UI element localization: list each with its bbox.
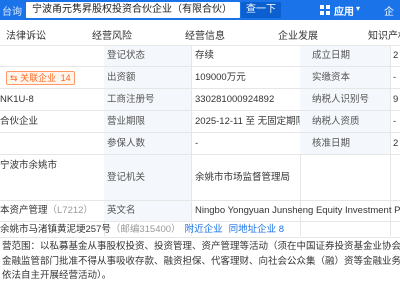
topbar-right-text[interactable]: 企 <box>384 3 394 18</box>
paid-capital-label: 实缴资本 <box>300 67 390 88</box>
insured-label: 参保人数 <box>104 133 191 154</box>
authority-value: 余姚市市场监督管理局 <box>195 171 291 183</box>
related-companies[interactable]: ⇆ 关联企业 14 <box>0 67 104 88</box>
taxid-label: 纳税人识别号 <box>300 89 390 110</box>
table-row: 本资产管理 （L7212） 英文名 Ningbo Yongyuan Junshe… <box>0 201 400 221</box>
apps-menu[interactable]: 应用 <box>334 3 354 18</box>
taxpayer-value: - <box>393 115 397 127</box>
tab-development[interactable]: 企业发展 <box>278 27 318 42</box>
address-row: 余姚市马渚镇黄泥埂257号 （邮编315400） 附近企业 同地址企业 8 <box>0 221 400 238</box>
insured-value: - <box>195 137 199 149</box>
table-row: NK1U-8 工商注册号 330281000924892 纳税人识别号 9 <box>0 89 400 111</box>
business-scope: 营范围：以私募基金从事股权投资、投资管理、资产管理等活动（须在中国证券投资基金业… <box>0 238 400 300</box>
related-company-tag[interactable]: ⇆ 关联企业 14 <box>6 70 75 85</box>
table-row: 参保人数 - 核准日期 2 <box>0 133 400 155</box>
capital-value: 109000万元 <box>195 71 246 83</box>
same-address-link[interactable]: 同地址企业 8 <box>229 224 284 236</box>
tab-risk[interactable]: 经营风险 <box>92 27 132 42</box>
search-button[interactable]: 查一下 <box>241 2 281 18</box>
tab-business[interactable]: 经营信息 <box>185 27 225 42</box>
nearby-companies-link[interactable]: 附近企业 <box>185 224 223 236</box>
search-input[interactable]: 宁波甬元隽昇股权投资合伙企业（有限合伙） <box>26 2 240 18</box>
term-value: 2025-12-11 至 无固定期限 <box>195 115 300 127</box>
reg-no-label: 工商注册号 <box>104 89 191 110</box>
registered-address: 余姚市马渚镇黄泥埂257号 （邮编315400） 附近企业 同地址企业 8 <box>0 223 285 236</box>
section-tabs: 法律诉讼 经营风险 经营信息 企业发展 知识产权 <box>0 20 400 46</box>
top-search-bar: 台询 宁波甬元隽昇股权投资合伙企业（有限合伙） 查一下 应用 ▾ 企 <box>0 0 400 20</box>
taxpayer-label: 纳税人资质 <box>300 111 390 132</box>
table-row: 登记状态 存续 成立日期 2 <box>0 46 400 67</box>
table-row: 合伙企业 营业期限 2025-12-11 至 无固定期限 纳税人资质 - <box>0 111 400 133</box>
table-row: ⇆ 关联企业 14 出资额 109000万元 实缴资本 - <box>0 67 400 89</box>
founded-value: 2 <box>393 50 399 61</box>
grid-icon[interactable] <box>320 5 330 15</box>
business-scope-line: 金融监管部门批准不得从事吸收存款、融资担保、代客理财、向社会公众集（融）资等金融… <box>2 255 400 267</box>
founded-label: 成立日期 <box>300 46 390 66</box>
english-name-value: Ningbo Yongyuan Junsheng Equity Investme… <box>195 205 400 216</box>
capital-label: 出资额 <box>104 67 191 88</box>
tab-legal[interactable]: 法律诉讼 <box>6 27 46 42</box>
tab-ip[interactable]: 知识产权 <box>368 27 400 42</box>
status-label: 登记状态 <box>104 46 191 66</box>
industry: 本资产管理 （L7212） <box>0 205 93 216</box>
business-scope-line: 营范围：以私募基金从事股权投资、投资管理、资产管理等活动（须在中国证券投资基金业… <box>2 241 400 252</box>
taxid-value: 9 <box>393 93 399 105</box>
credit-code-fragment: NK1U-8 <box>0 93 34 105</box>
table-row: 宁波市余姚市 登记机关 余姚市市场监督管理局 <box>0 155 400 201</box>
paid-capital-value: - <box>393 71 397 83</box>
business-scope-line: 依法自主开展经营活动）。 <box>2 270 112 281</box>
english-name-label: 英文名 <box>104 201 191 221</box>
company-type: 合伙企业 <box>0 115 39 127</box>
link-icon: ⇆ <box>10 72 18 83</box>
chevron-down-icon: ▾ <box>356 4 361 13</box>
topbar-left-text: 台询 <box>2 6 22 18</box>
approve-value: 2 <box>393 137 399 149</box>
status-value: 存续 <box>195 50 215 61</box>
approve-label: 核准日期 <box>300 133 390 154</box>
authority-label: 登记机关 <box>104 155 191 200</box>
term-label: 营业期限 <box>104 111 191 132</box>
address-left: 宁波市余姚市 <box>0 160 58 171</box>
reg-no-value: 330281000924892 <box>195 93 275 105</box>
